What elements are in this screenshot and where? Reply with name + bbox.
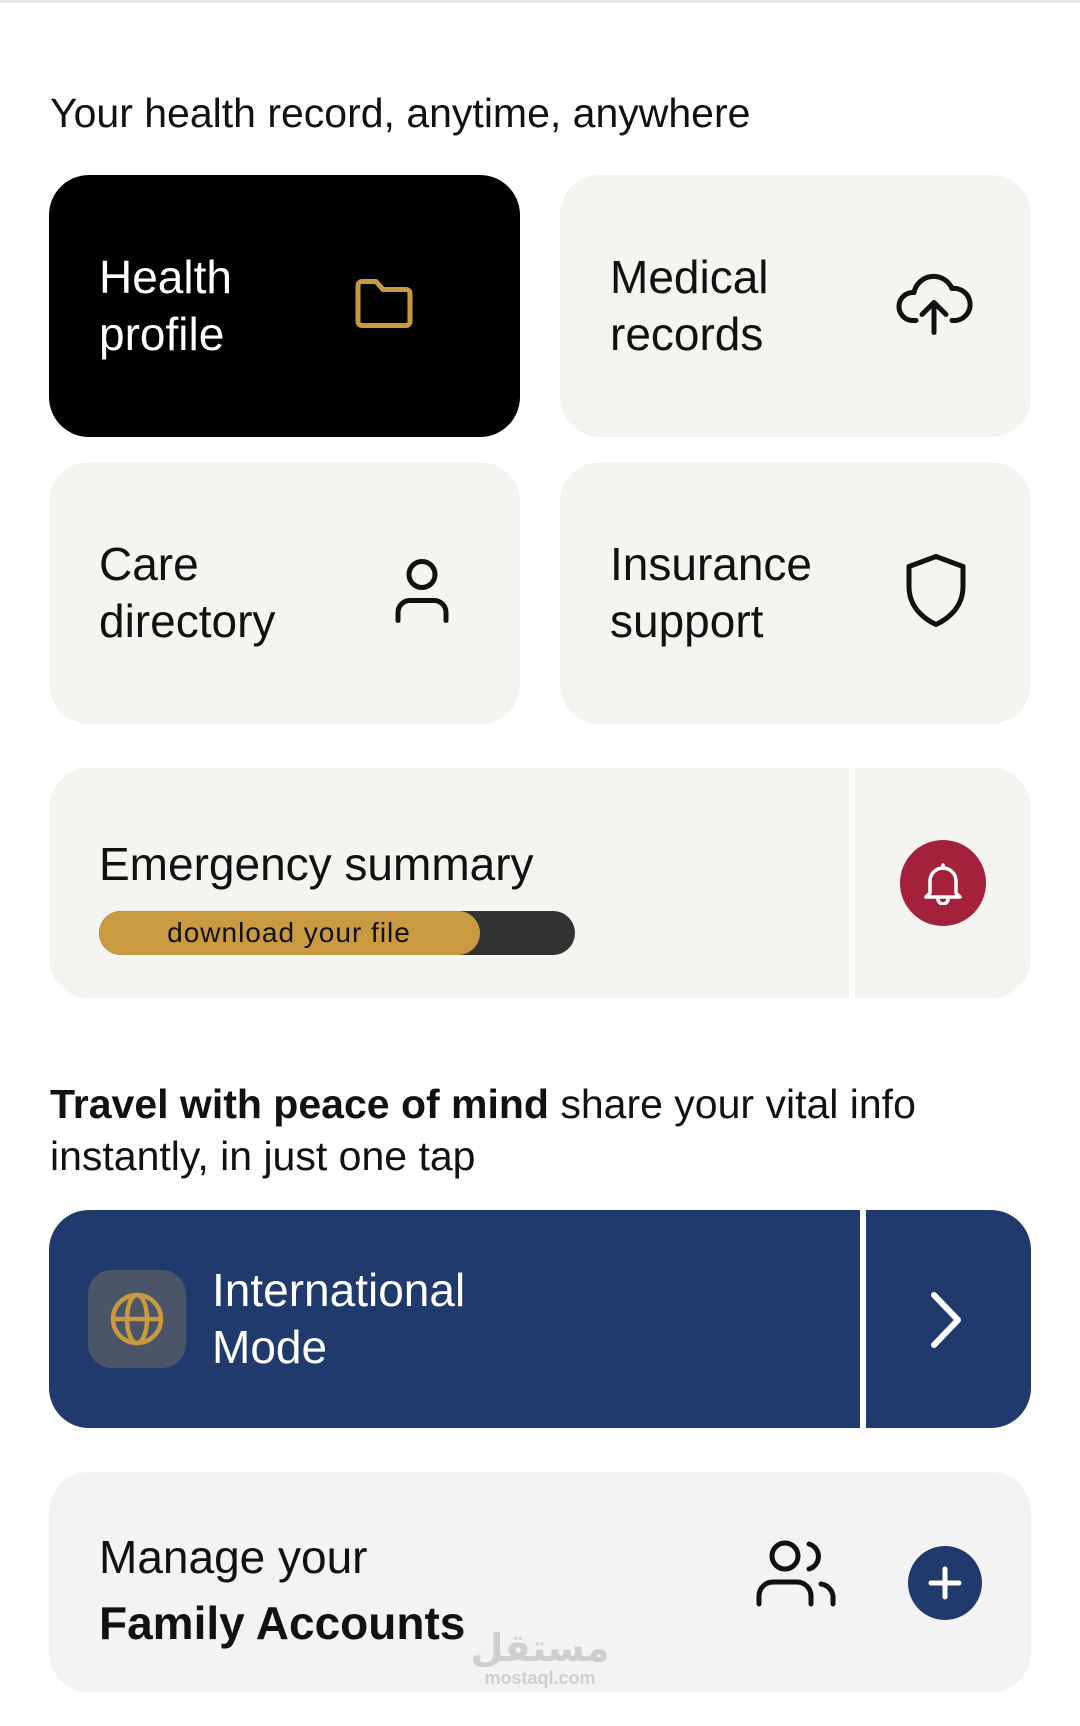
health-profile-tile[interactable]: Health profile	[49, 175, 520, 437]
globe-icon	[110, 1292, 164, 1346]
travel-message: Travel with peace of mind share your vit…	[50, 1078, 1040, 1182]
emergency-summary-title: Emergency summary	[99, 838, 534, 890]
download-progress-label: download your file	[167, 917, 411, 948]
bell-icon	[924, 863, 962, 905]
plus-icon	[928, 1566, 962, 1600]
family-accounts-label: Manage your Family Accounts	[99, 1531, 466, 1649]
globe-icon-box	[88, 1270, 186, 1368]
folder-icon	[352, 276, 416, 337]
users-icon	[756, 1540, 836, 1607]
care-directory-tile[interactable]: Care directory	[49, 462, 520, 724]
chevron-right-icon	[931, 1292, 961, 1348]
international-mode-open-button[interactable]	[866, 1210, 1031, 1428]
emergency-alert-panel[interactable]	[855, 768, 1031, 998]
emergency-summary-card: Emergency summary download your file	[49, 768, 1031, 998]
shield-icon	[903, 553, 969, 634]
insurance-support-tile[interactable]: Insurance support	[560, 462, 1031, 724]
medical-records-tile[interactable]: Medical records	[560, 175, 1031, 437]
top-divider	[0, 0, 1080, 3]
cloud-upload-icon	[894, 271, 974, 342]
care-directory-label: Care directory	[99, 538, 276, 647]
travel-message-bold: Travel with peace of mind	[50, 1081, 549, 1127]
international-mode-label: International Mode	[212, 1264, 466, 1373]
insurance-support-label: Insurance support	[610, 538, 813, 647]
page-headline: Your health record, anytime, anywhere	[50, 90, 751, 136]
international-mode-card: International Mode	[49, 1210, 1031, 1428]
download-progress-bar[interactable]: download your file	[99, 911, 575, 955]
health-profile-label: Health profile	[99, 251, 232, 360]
emergency-alert-button[interactable]	[900, 840, 986, 926]
add-family-account-button[interactable]	[908, 1546, 982, 1620]
emergency-summary-panel[interactable]: Emergency summary download your file	[49, 768, 849, 998]
medical-records-label: Medical records	[610, 251, 769, 360]
international-mode-panel[interactable]: International Mode	[49, 1210, 860, 1428]
person-icon	[392, 557, 452, 630]
watermark-logo: مستقل mostaql.com	[470, 1626, 610, 1688]
